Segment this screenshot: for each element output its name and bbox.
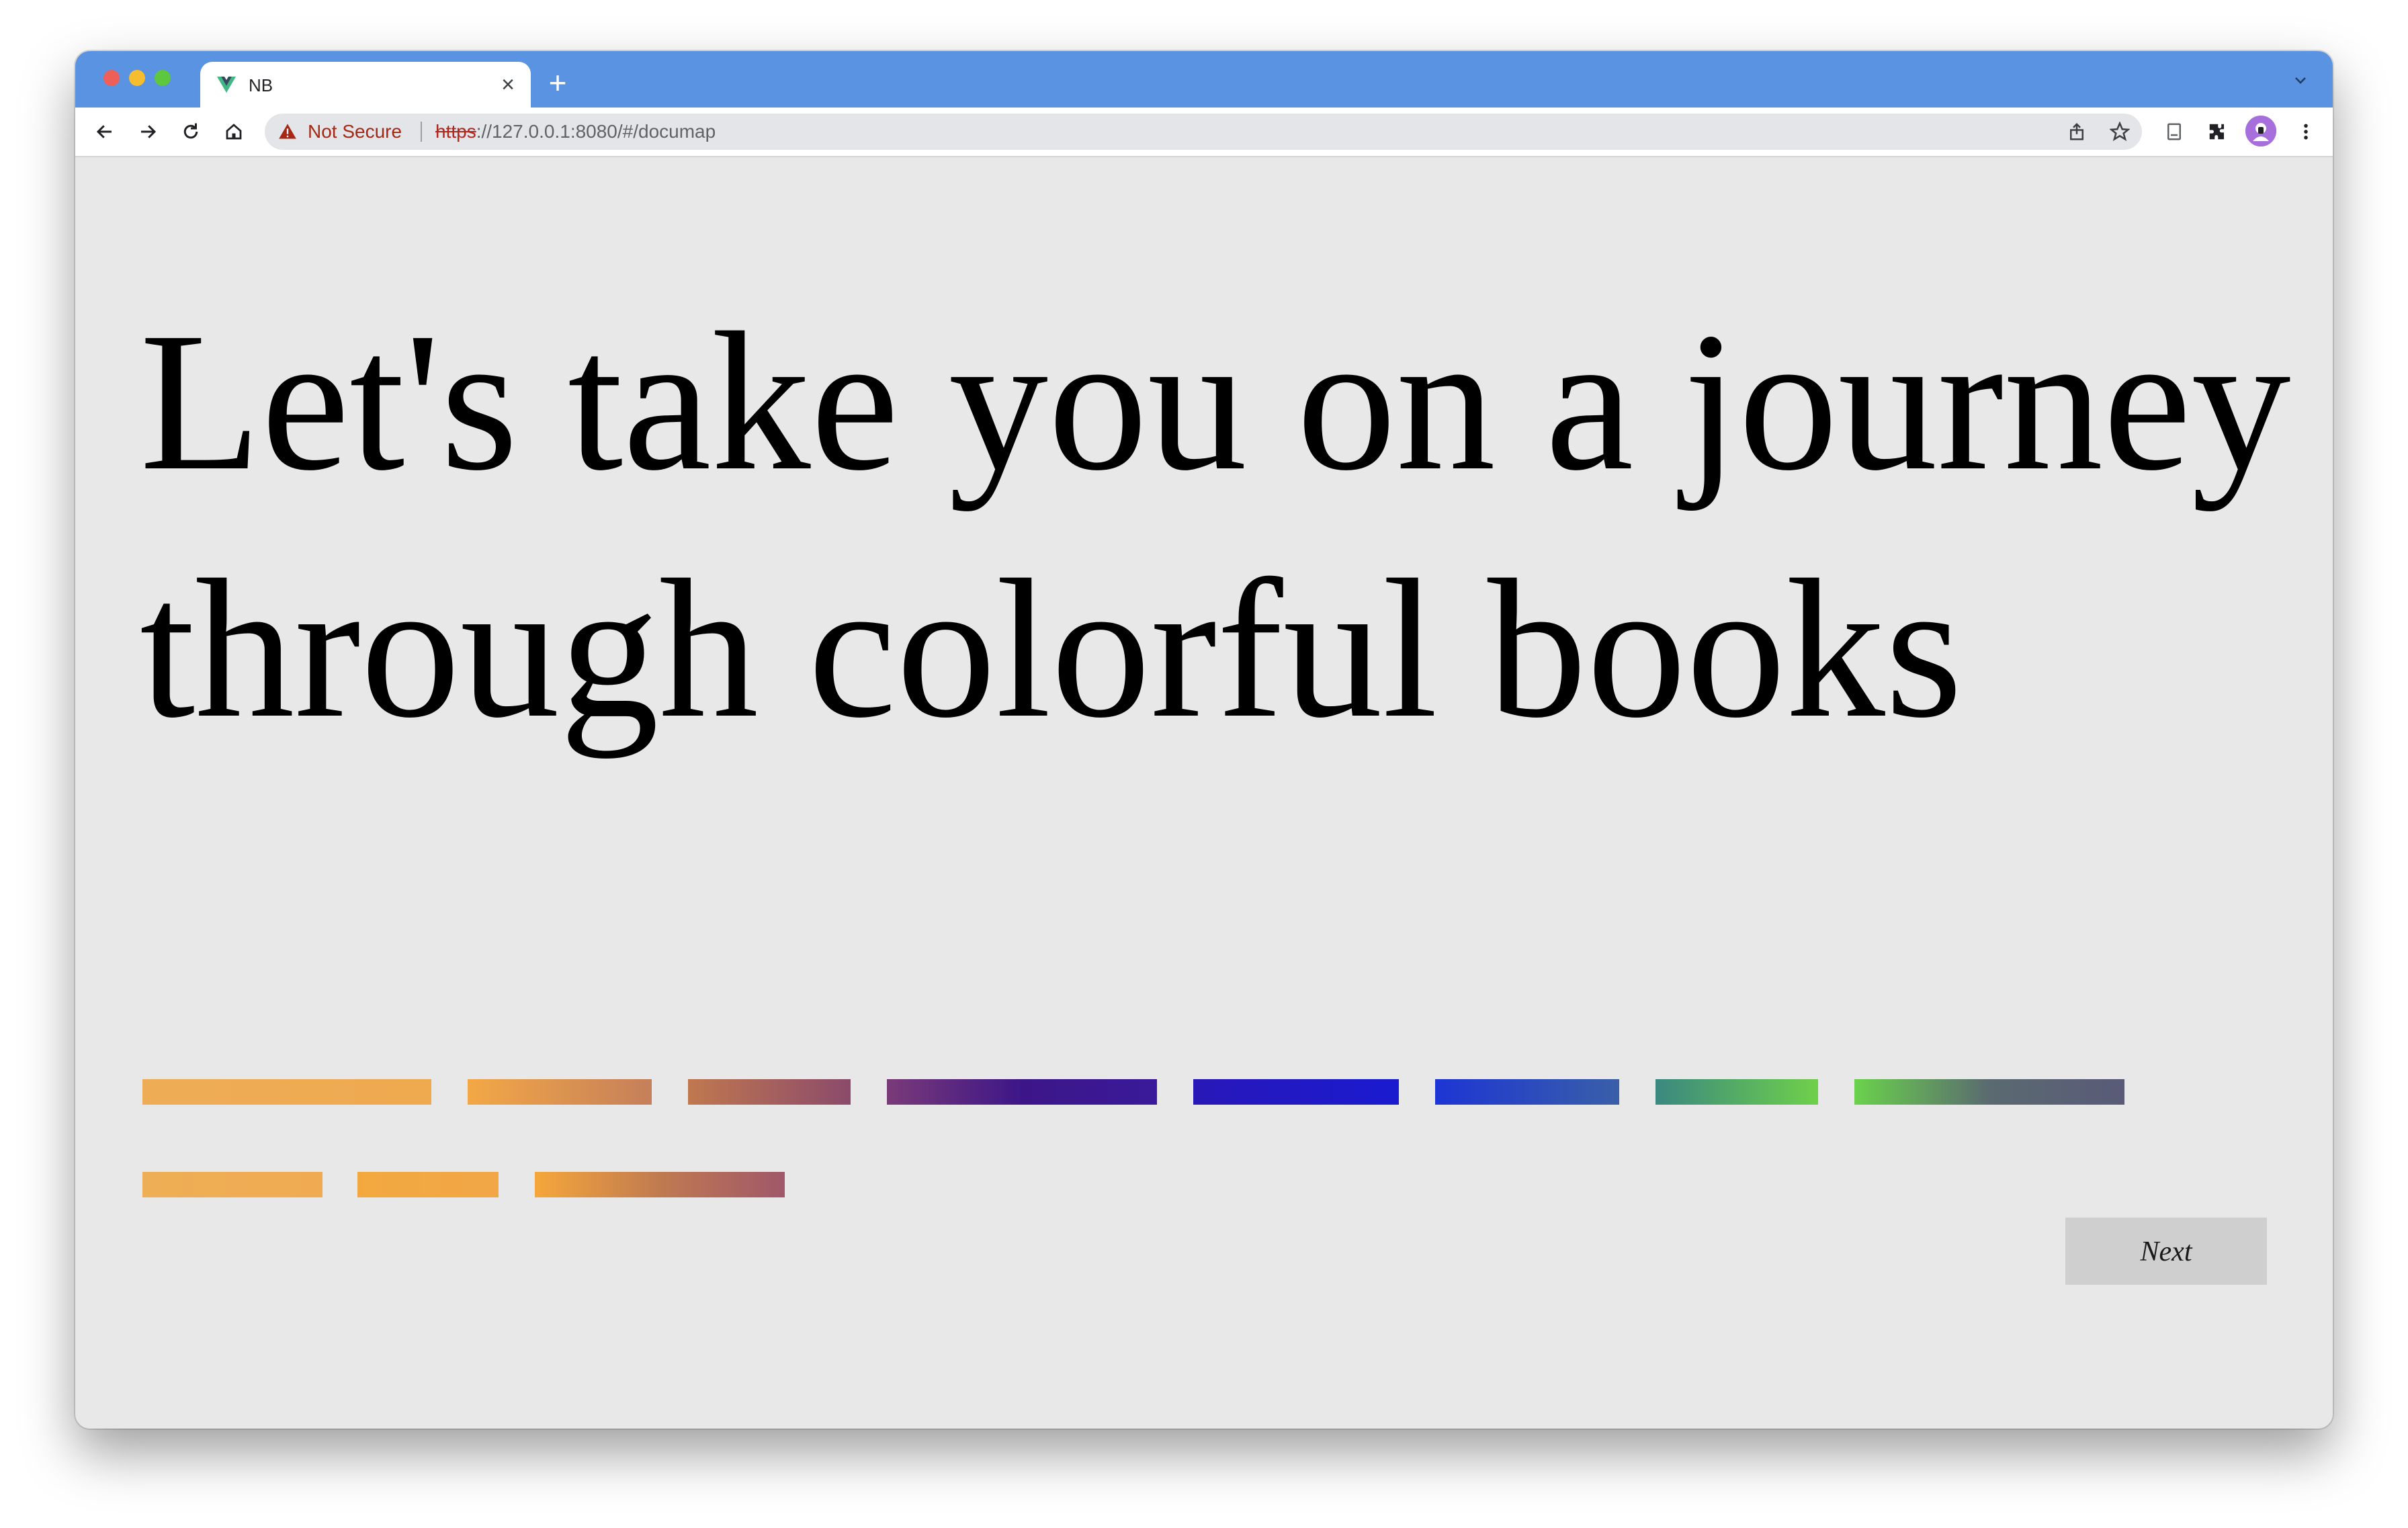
tab-strip: NB × +	[75, 51, 2333, 108]
warning-icon	[279, 124, 296, 139]
close-tab-icon[interactable]: ×	[496, 73, 520, 97]
tab-search-chevron-icon[interactable]	[2287, 69, 2314, 95]
share-icon[interactable]	[2064, 119, 2090, 144]
book-bar[interactable]	[1193, 1079, 1399, 1105]
book-bar[interactable]	[142, 1079, 431, 1105]
reading-list-icon[interactable]	[2158, 116, 2190, 148]
back-arrow-icon[interactable]	[89, 116, 121, 148]
profile-avatar-icon[interactable]	[2245, 116, 2276, 146]
forward-arrow-icon[interactable]	[132, 116, 164, 148]
book-bar[interactable]	[468, 1079, 652, 1105]
security-indicator[interactable]: Not Secure	[308, 122, 402, 142]
bookmark-star-icon[interactable]	[2107, 119, 2133, 144]
book-bar[interactable]	[1435, 1079, 1619, 1105]
close-window-button[interactable]	[103, 70, 120, 86]
browser-toolbar: Not Secure https://127.0.0.1:8080/#/docu…	[75, 108, 2333, 157]
tab-nb[interactable]: NB ×	[200, 62, 531, 108]
zoom-window-button[interactable]	[155, 70, 171, 86]
book-bar[interactable]	[887, 1079, 1157, 1105]
extensions-puzzle-icon[interactable]	[2201, 116, 2233, 148]
book-bar[interactable]	[142, 1172, 322, 1197]
browser-window: NB × + Not Secure https://127.0.0.1:8080…	[75, 51, 2333, 1429]
home-icon[interactable]	[218, 116, 250, 148]
page-headline: Let's take you on a journey through colo…	[140, 292, 2291, 759]
menu-dots-icon[interactable]	[2290, 116, 2322, 148]
book-bar[interactable]	[688, 1079, 851, 1105]
url-text[interactable]: https://127.0.0.1:8080/#/documap	[435, 122, 716, 142]
tab-title: NB	[249, 75, 273, 95]
reload-icon[interactable]	[175, 116, 207, 148]
minimize-window-button[interactable]	[129, 70, 145, 86]
book-bar[interactable]	[1656, 1079, 1818, 1105]
vue-logo-icon	[217, 77, 236, 93]
address-bar[interactable]: Not Secure https://127.0.0.1:8080/#/docu…	[265, 114, 2142, 150]
book-bar[interactable]	[1854, 1079, 2124, 1105]
book-bar[interactable]	[357, 1172, 499, 1197]
next-button[interactable]: Next	[2065, 1218, 2267, 1285]
omnibox-divider	[421, 122, 422, 142]
page-content: Let's take you on a journey through colo…	[75, 157, 2333, 1429]
url-scheme: https	[435, 121, 476, 142]
book-bar[interactable]	[535, 1172, 785, 1197]
new-tab-button[interactable]: +	[542, 67, 574, 99]
url-path: ://127.0.0.1:8080/#/documap	[476, 121, 716, 142]
